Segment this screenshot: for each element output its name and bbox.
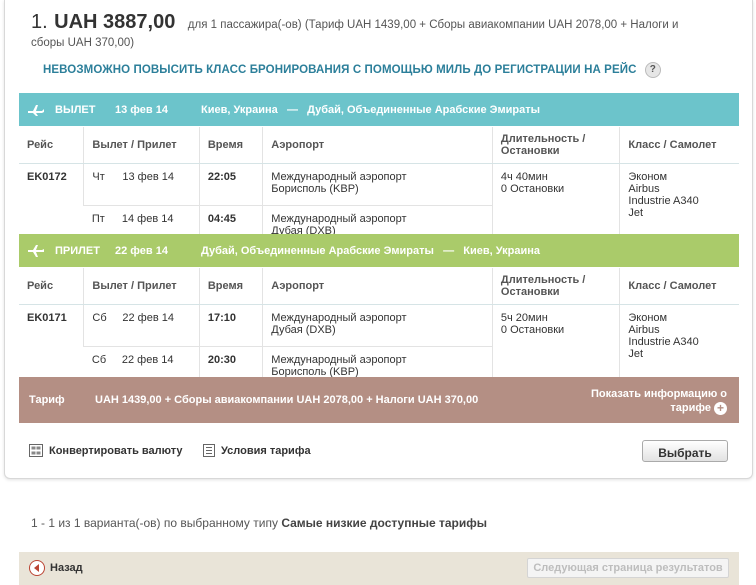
fare-info-link[interactable]: Показать информацию о тарифе + — [577, 387, 727, 415]
results-prefix: 1 - 1 из 1 варианта(-ов) по выбранному т… — [31, 516, 278, 530]
upgrade-notice: Невозможно повысить класс бронирования с… — [43, 62, 661, 78]
document-icon — [203, 444, 215, 457]
col-time: Время — [198, 127, 263, 164]
flight-number: EK0171 — [27, 312, 67, 324]
col-class: Класс / Самолет — [619, 268, 739, 305]
segment-time: 22:05 — [198, 163, 263, 206]
inbound-route: Дубай, Объединенные Арабские Эмираты — К… — [201, 245, 540, 257]
convert-currency-link[interactable]: Конвертировать валюту — [29, 444, 183, 457]
offer-number: 1. — [31, 11, 48, 33]
outbound-label: ВЫЛЕТ — [55, 103, 96, 116]
segment-airport: Международный аэропорт Дубая (DXB) — [262, 304, 493, 347]
results-type: Самые низкие доступные тарифы — [281, 516, 487, 530]
class-plane: Эконом Airbus Industrie A340 Jet — [619, 304, 739, 388]
col-depart-arrive: Вылет / Прилет — [83, 268, 200, 305]
table-row: EK0171 Сб 22 фев 14 17:10 Международный а… — [19, 304, 739, 388]
outbound-table: Рейс Вылет / Прилет Время Аэропорт Длите… — [19, 127, 739, 247]
fare-breakdown: UAH 1439,00 + Сборы авиакомпании UAH 207… — [95, 394, 479, 406]
fare-band: Тариф UAH 1439,00 + Сборы авиакомпании U… — [19, 377, 739, 423]
pagination-bar: Назад Следующая страница результатов — [19, 552, 739, 585]
help-icon[interactable]: ? — [644, 62, 661, 78]
col-depart-arrive: Вылет / Прилет — [83, 127, 200, 164]
segment-date: Сб 22 фев 14 — [83, 304, 200, 347]
inbound-label: ПРИЛЕТ — [55, 244, 100, 257]
upgrade-notice-text: Невозможно повысить класс бронирования с… — [43, 64, 637, 77]
col-flight: Рейс — [19, 268, 84, 305]
inbound-dash: — — [443, 244, 455, 257]
price-breakdown-line2: сборы UAH 370,00) — [31, 37, 135, 49]
results-summary: 1 - 1 из 1 варианта(-ов) по выбранному т… — [31, 516, 487, 530]
plus-icon: + — [714, 401, 727, 415]
inbound-table: Рейс Вылет / Прилет Время Аэропорт Длите… — [19, 268, 739, 388]
col-class: Класс / Самолет — [619, 127, 739, 164]
price-breakdown-line1: для 1 пассажира(-ов) (Тариф UAH 1439,00 … — [187, 19, 679, 31]
outbound-from: Киев, Украина — [201, 103, 278, 116]
back-button[interactable]: Назад — [29, 560, 83, 576]
col-airport: Аэропорт — [262, 268, 493, 305]
currency-convert-icon — [29, 444, 43, 457]
price-line: 1. UAH 3887,00 для 1 пассажира(-ов) (Тар… — [31, 11, 731, 51]
plane-takeoff-icon — [27, 103, 47, 117]
arrow-left-icon — [29, 560, 45, 576]
segment-airport: Международный аэропорт Борисполь (KBP) — [262, 163, 493, 206]
outbound-band: ВЫЛЕТ 13 фев 14 Киев, Украина — Дубай, О… — [19, 93, 739, 126]
inbound-date: 22 фев 14 — [115, 244, 168, 257]
fare-label: Тариф — [29, 394, 65, 406]
inbound-from: Дубай, Объединенные Арабские Эмираты — [201, 244, 434, 257]
select-button[interactable]: Выбрать — [642, 440, 728, 462]
outbound-dash: — — [286, 103, 298, 116]
col-duration: Длительность / Остановки — [491, 127, 620, 164]
fare-conditions-link[interactable]: Условия тарифа — [203, 444, 311, 457]
col-airport: Аэропорт — [262, 127, 493, 164]
outbound-route: Киев, Украина — Дубай, Объединенные Араб… — [201, 104, 540, 116]
next-page-button[interactable]: Следующая страница результатов — [527, 558, 729, 578]
inbound-to: Киев, Украина — [463, 244, 541, 257]
col-time: Время — [198, 268, 263, 305]
plane-landing-icon — [27, 244, 47, 258]
outbound-to: Дубай, Объединенные Арабские Эмираты — [307, 103, 541, 116]
segment-date: Чт 13 фев 14 — [83, 163, 200, 206]
outbound-date: 13 фев 14 — [115, 103, 168, 116]
col-duration: Длительность / Остановки — [491, 268, 620, 305]
segment-time: 17:10 — [198, 304, 263, 347]
col-flight: Рейс — [19, 127, 84, 164]
table-row: EK0172 Чт 13 фев 14 22:05 Международный а… — [19, 163, 739, 247]
duration-stops: 5ч 20мин 0 Остановки — [491, 304, 620, 388]
inbound-band: ПРИЛЕТ 22 фев 14 Дубай, Объединенные Ара… — [19, 234, 739, 267]
offer-price: UAH 3887,00 — [54, 11, 176, 33]
